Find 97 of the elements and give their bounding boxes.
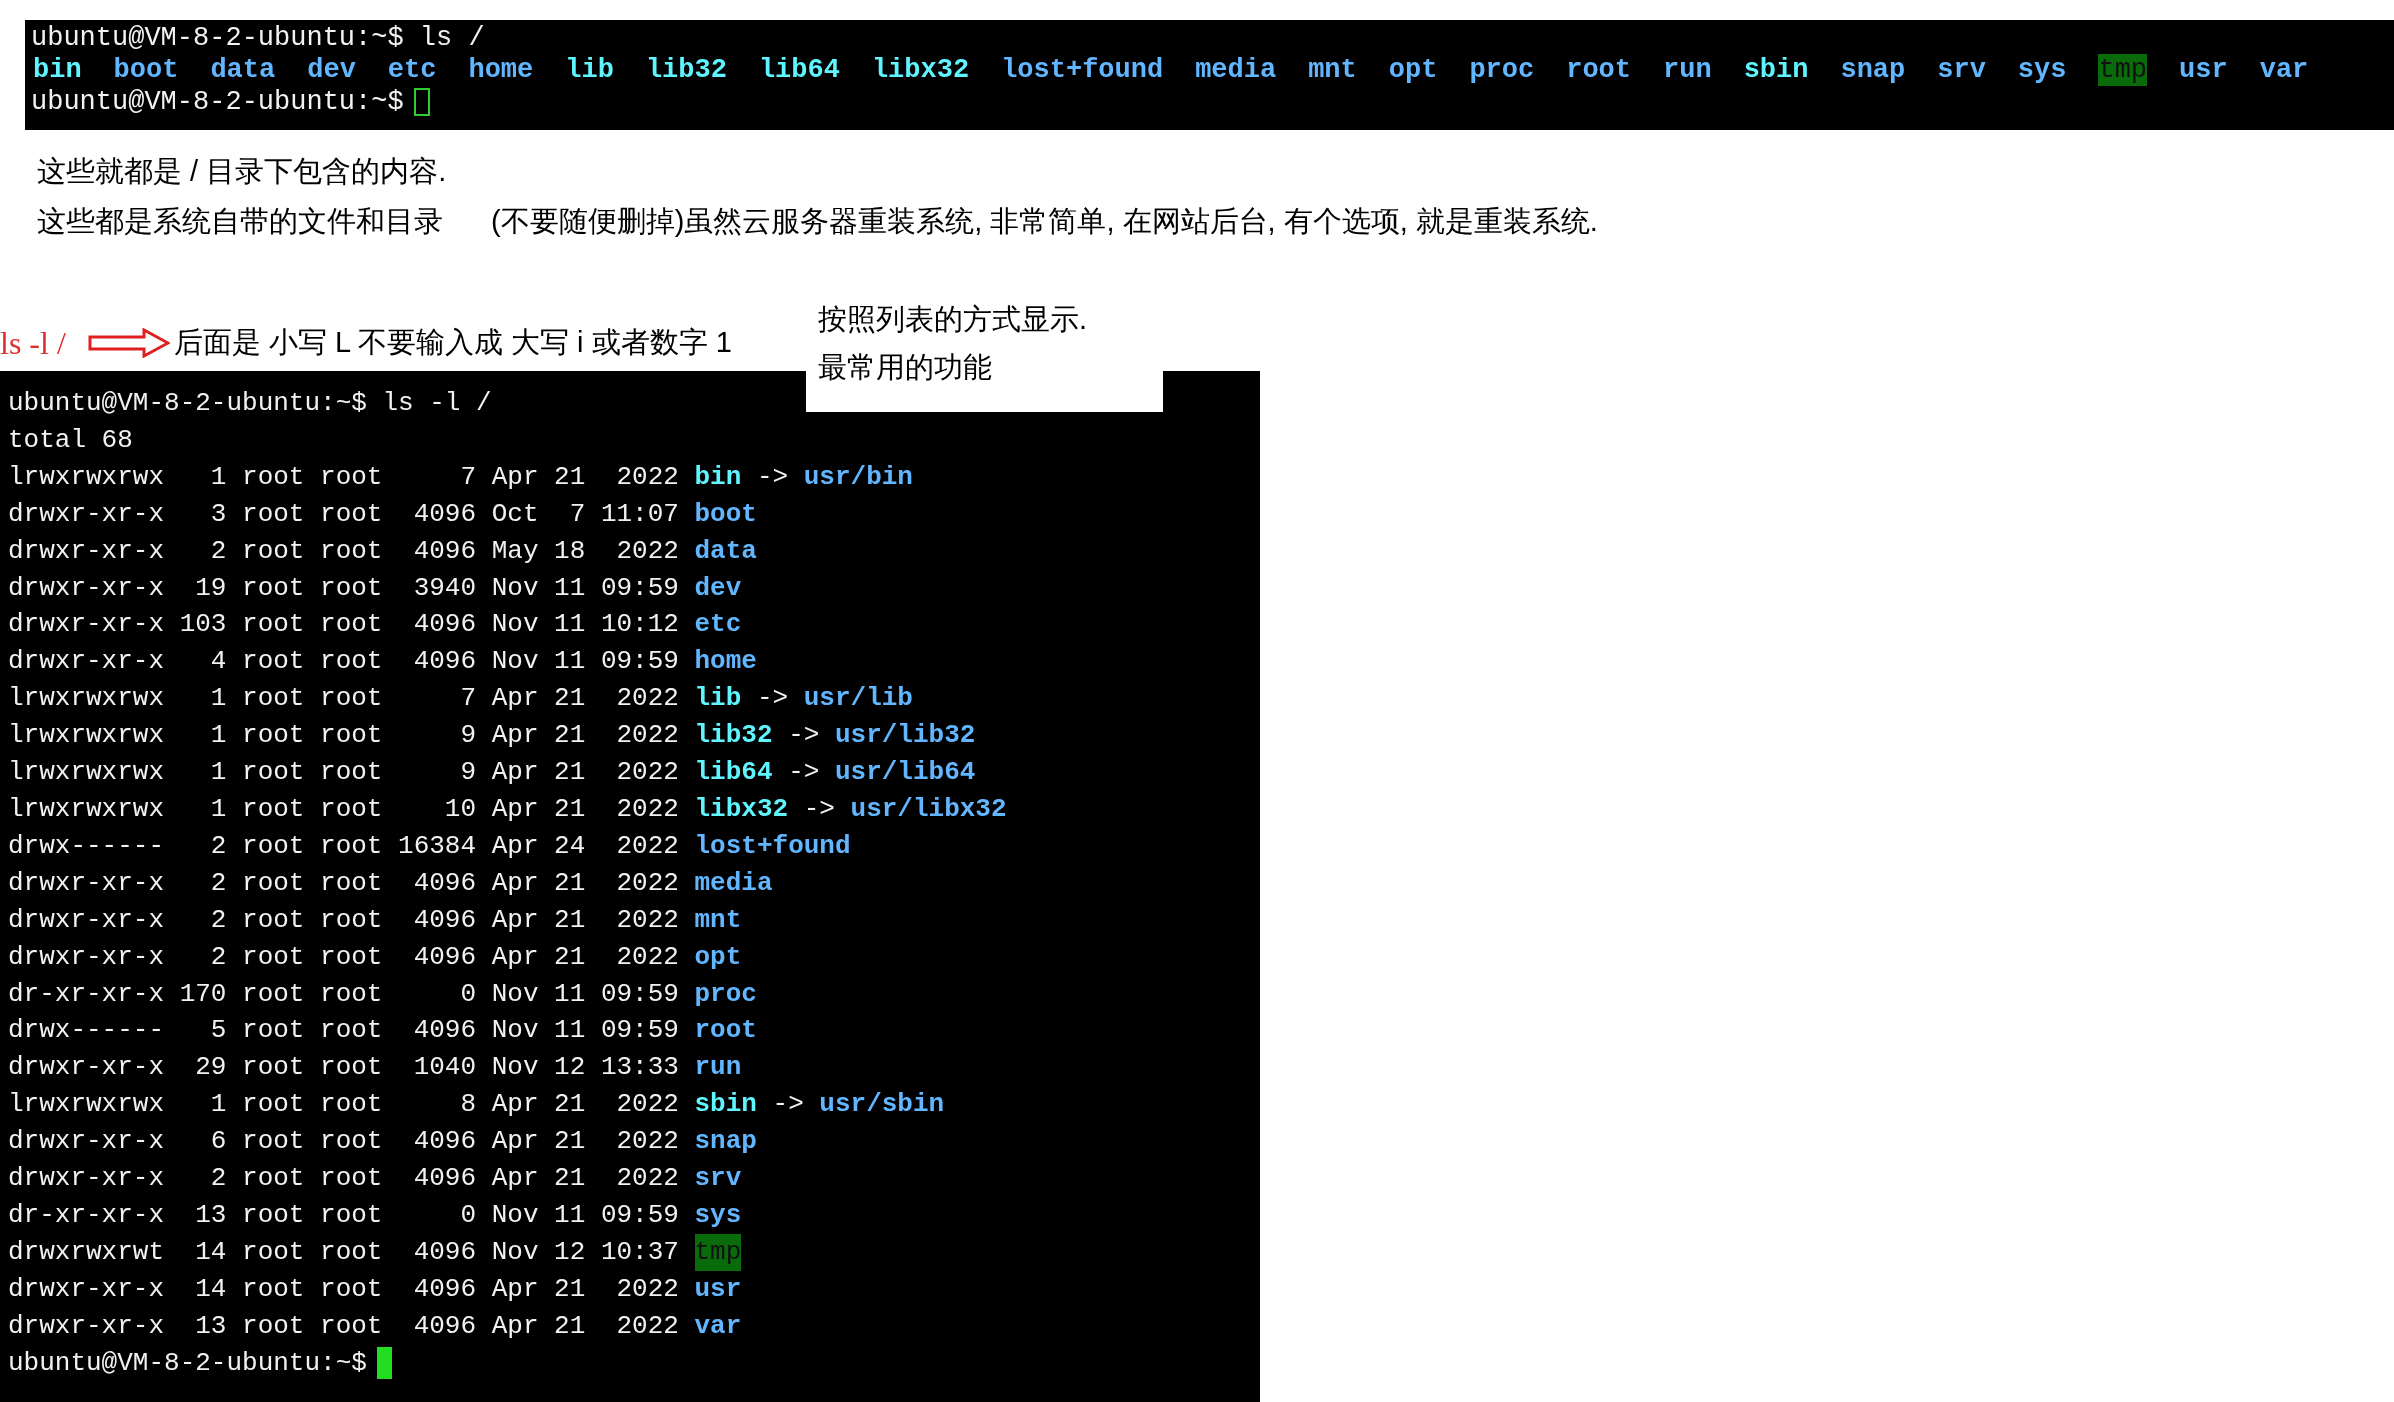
directory-name: lib32 xyxy=(645,54,727,86)
callout-text: 按照列表的方式显示. xyxy=(818,302,1088,337)
directory-name: var xyxy=(2259,54,2309,86)
link-target: usr/sbin xyxy=(819,1088,945,1122)
directory-name: srv xyxy=(1937,54,1986,86)
file-info: lrwxrwxrwx 1 root root 7 Apr 21 2022 xyxy=(8,682,679,716)
directory-name: data xyxy=(210,54,276,86)
file-name: data xyxy=(694,534,757,568)
file-name: home xyxy=(694,645,757,679)
file-info: drwxr-xr-x 3 root root 4096 Oct 7 11:07 xyxy=(8,497,679,531)
file-info: dr-xr-xr-x 13 root root 0 Nov 11 09:59 xyxy=(8,1198,679,1232)
file-name: var xyxy=(694,1309,742,1343)
file-name: tmp xyxy=(694,1233,742,1271)
file-info: drwxr-xr-x 2 root root 4096 Apr 21 2022 xyxy=(8,940,679,974)
directory-name: libx32 xyxy=(871,54,970,86)
file-name: proc xyxy=(694,977,757,1011)
link-arrow: -> xyxy=(756,682,789,716)
file-info: lrwxrwxrwx 1 root root 7 Apr 21 2022 xyxy=(8,460,679,494)
file-name: opt xyxy=(694,940,742,974)
file-name: root xyxy=(694,1014,757,1048)
terminal-prompt: ubuntu@VM-8-2-ubuntu:~$ xyxy=(8,1346,367,1380)
link-target: usr/lib64 xyxy=(834,756,976,790)
file-info: dr-xr-xr-x 170 root root 0 Nov 11 09:59 xyxy=(8,977,679,1011)
file-info: drwxrwxrwt 14 root root 4096 Nov 12 10:37 xyxy=(8,1235,679,1269)
file-info: lrwxrwxrwx 1 root root 10 Apr 21 2022 xyxy=(8,792,679,826)
directory-name: lost+found xyxy=(1001,54,1164,86)
note-text: (不要随便删掉)虽然云服务器重装系统, 非常简单, 在网站后台, 有个选项, 就是重装系统. xyxy=(491,204,1598,239)
terminal-prompt: ubuntu@VM-8-2-ubuntu:~$ xyxy=(31,86,404,118)
file-info: drwxr-xr-x 2 root root 4096 Apr 21 2022 xyxy=(8,866,679,900)
directory-name: bin xyxy=(33,54,82,86)
file-name: lost+found xyxy=(694,829,851,863)
link-target: usr/lib32 xyxy=(834,719,976,753)
file-info: drwxr-xr-x 29 root root 1040 Nov 12 13:33 xyxy=(8,1051,679,1085)
file-info: drwxr-xr-x 4 root root 4096 Nov 11 09:59 xyxy=(8,645,679,679)
directory-name: mnt xyxy=(1308,54,1357,86)
file-info: drwxr-xr-x 2 root root 4096 May 18 2022 xyxy=(8,534,679,568)
file-info: drwxr-xr-x 2 root root 4096 Apr 21 2022 xyxy=(8,1162,679,1196)
arrow-icon xyxy=(87,328,170,358)
file-info: drwx------ 2 root root 16384 Apr 24 2022 xyxy=(8,829,679,863)
file-info: drwxr-xr-x 13 root root 4096 Apr 21 2022 xyxy=(8,1309,679,1343)
file-name: bin xyxy=(694,460,742,494)
callout-text: 最常用的功能 xyxy=(818,350,992,385)
file-name: media xyxy=(694,866,773,900)
file-info: drwx------ 5 root root 4096 Nov 11 09:59 xyxy=(8,1014,679,1048)
file-info: drwxr-xr-x 2 root root 4096 Apr 21 2022 xyxy=(8,903,679,937)
file-name: sbin xyxy=(694,1088,757,1122)
directory-name: media xyxy=(1195,54,1277,86)
directory-name: home xyxy=(468,54,534,86)
link-arrow: -> xyxy=(803,792,835,826)
note-text: 这些就都是 / 目录下包含的内容. xyxy=(37,154,447,189)
file-info: drwxr-xr-x 19 root root 3940 Nov 11 09:59 xyxy=(8,571,679,605)
terminal-output-line: total 68 xyxy=(8,423,133,457)
file-name: run xyxy=(694,1051,742,1085)
file-name: boot xyxy=(694,497,757,531)
file-name: dev xyxy=(694,571,742,605)
directory-name: opt xyxy=(1388,54,1438,86)
terminal-command-line: ubuntu@VM-8-2-ubuntu:~$ ls -l / xyxy=(8,387,492,420)
directory-name: root xyxy=(1566,54,1631,86)
directory-name: sbin xyxy=(1743,54,1809,86)
link-arrow: -> xyxy=(756,460,789,494)
file-name: lib32 xyxy=(694,719,773,753)
file-name: libx32 xyxy=(694,792,789,826)
link-arrow: -> xyxy=(788,756,820,790)
directory-name: lib64 xyxy=(758,54,840,86)
directory-name: proc xyxy=(1469,54,1535,86)
directory-name: tmp xyxy=(2098,54,2148,86)
link-arrow: -> xyxy=(772,1088,804,1122)
file-info: lrwxrwxrwx 1 root root 9 Apr 21 2022 xyxy=(8,756,679,790)
directory-name: etc xyxy=(387,54,437,86)
terminal-command-line: ubuntu@VM-8-2-ubuntu:~$ ls / xyxy=(31,22,485,54)
file-info: lrwxrwxrwx 1 root root 9 Apr 21 2022 xyxy=(8,719,679,753)
directory-name: dev xyxy=(307,54,356,86)
file-name: usr xyxy=(694,1272,742,1306)
file-name: lib64 xyxy=(694,756,773,790)
file-name: snap xyxy=(694,1125,757,1159)
file-name: mnt xyxy=(694,903,742,937)
link-target: usr/bin xyxy=(803,460,913,494)
directory-name: snap xyxy=(1840,54,1906,86)
directory-name: sys xyxy=(2017,54,2067,86)
file-name: etc xyxy=(694,608,742,642)
file-name: lib xyxy=(694,682,742,716)
file-info: lrwxrwxrwx 1 root root 8 Apr 21 2022 xyxy=(8,1088,679,1122)
directory-name: run xyxy=(1663,54,1712,86)
link-arrow: -> xyxy=(788,719,820,753)
annotation-text: 后面是 小写 L 不要输入成 大写 i 或者数字 1 xyxy=(173,325,732,361)
directory-name: boot xyxy=(113,54,179,86)
directory-name: lib xyxy=(565,54,614,86)
directory-name: usr xyxy=(2179,54,2228,86)
file-info: drwxr-xr-x 14 root root 4096 Apr 21 2022 xyxy=(8,1272,679,1306)
note-text: 这些都是系统自带的文件和目录 xyxy=(37,204,443,239)
file-name: sys xyxy=(694,1198,742,1232)
command-annotation: ls -l / xyxy=(0,324,66,363)
file-name: srv xyxy=(694,1162,742,1196)
link-target: usr/libx32 xyxy=(850,792,1007,826)
file-info: drwxr-xr-x 103 root root 4096 Nov 11 10:12 xyxy=(8,608,679,642)
file-info: drwxr-xr-x 6 root root 4096 Apr 21 2022 xyxy=(8,1125,679,1159)
link-target: usr/lib xyxy=(803,682,913,716)
